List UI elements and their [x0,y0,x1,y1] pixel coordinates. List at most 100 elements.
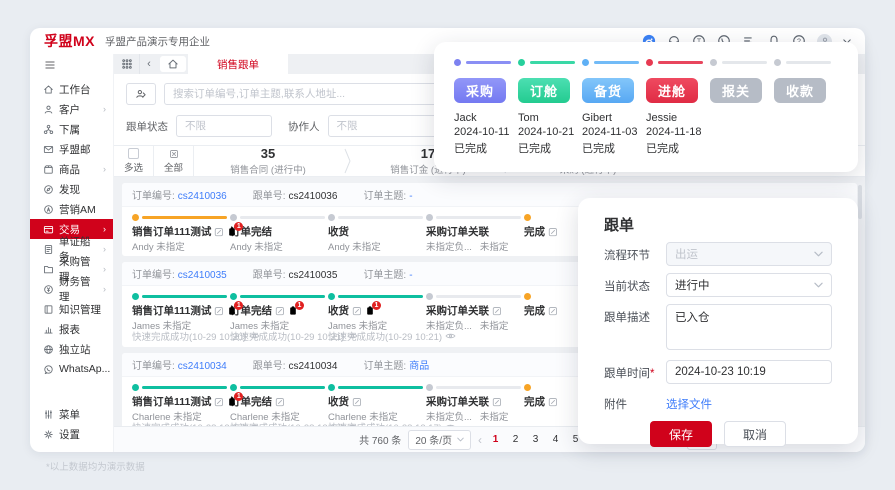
sidebar-item-mail[interactable]: 孚盟邮 [30,139,113,159]
total-count: 共 760 条 [359,436,402,447]
sidebar-item-workbench[interactable]: 工作台 [30,79,113,99]
page-number[interactable]: 1 [489,434,502,445]
page-number[interactable]: 2 [509,434,522,445]
timeline-step: 收货 1 James 未指定 快速完成成功(10-29 10:21) [328,291,456,343]
order-no-link[interactable]: cs2410035 [178,270,227,281]
description-label: 跟单描述 [604,312,650,324]
workflow-step: 进舱 Jessie 2024-11-18 已完成 [646,58,710,172]
sidebar-item-menu[interactable]: 菜单 [30,404,113,424]
edit-icon[interactable] [548,397,558,407]
edit-icon[interactable] [548,306,558,316]
workflow-step: 备货 Gibert 2024-11-03 已完成 [582,58,646,172]
sidebar-item-customers[interactable]: 客户 › [30,99,113,119]
sidebar: 工作台 客户 › 下属 孚盟邮 商品 › 发现 营销AM 交易 › 单证船务 › 采购管… [30,54,118,452]
edit-icon[interactable] [214,227,224,237]
sidebar-item-discover[interactable]: 发现 [30,179,113,199]
edit-icon[interactable] [492,306,502,316]
sidebar-item-products[interactable]: 商品 › [30,159,113,179]
edit-icon[interactable] [275,306,285,316]
user-icon [43,104,54,115]
step-line [142,215,227,219]
gear-icon [43,429,54,440]
stat-sales-contract[interactable]: 35 销售合同 (进行中) [194,146,342,176]
cancel-button[interactable]: 取消 [724,421,786,447]
edit-icon[interactable] [352,397,362,407]
saved-filter-icon[interactable] [126,82,156,105]
sliders-icon [43,409,54,420]
page-number[interactable]: 3 [529,434,542,445]
edit-icon[interactable] [214,397,224,407]
sidebar-item-knowledge[interactable]: 知识管理 [30,299,113,319]
demo-data-footnote: *以上数据均为演示数据 [46,462,145,473]
tab-sales-tracking[interactable]: 销售跟单 [188,54,288,74]
clipboard-icon[interactable]: 1 [227,222,244,237]
workflow-stage-badge[interactable]: 进舱 [646,78,698,103]
edit-icon[interactable] [548,227,558,237]
time-input[interactable] [666,360,832,384]
prev-page-icon[interactable]: ‹ [478,433,482,447]
sidebar-item-whatsapp[interactable]: WhatsAp...› [30,359,118,379]
save-button[interactable]: 保存 [650,421,712,447]
workflow-step: 报关 [710,58,774,172]
select-all-icon [169,149,179,159]
workflow-stage-badge[interactable]: 订舱 [518,78,570,103]
chevron-down-icon [814,282,823,288]
step-dot [132,213,139,221]
clipboard-icon[interactable]: 1 [288,301,304,316]
sidebar-item-marketing-am[interactable]: 营销AM [30,199,113,219]
folder-icon [43,264,54,275]
sidebar-item-site[interactable]: 独立站 [30,339,113,359]
multi-select-checkbox[interactable] [128,148,139,159]
stage-select[interactable]: 出运 [666,242,832,266]
multi-select-cell[interactable]: 多选 [114,146,154,176]
sidebar-item-finance[interactable]: 财务管理 › [30,276,113,303]
tab-home-icon[interactable] [160,56,186,72]
status-filter-label: 跟单状态 [126,120,168,133]
edit-icon[interactable] [492,397,502,407]
workflow-stage-badge[interactable]: 报关 [710,78,762,103]
order-subject[interactable]: - [409,191,412,202]
order-no-link[interactable]: cs2410034 [178,361,227,372]
timeline-step: 订单完结 1 James 未指定 快速完成成功(10-29 10:21) [230,291,358,343]
workflow-line [466,60,511,64]
workflow-stage-badge[interactable]: 采购 [454,78,506,103]
clipboard-icon[interactable]: 1 [365,301,381,316]
form-title: 跟单 [604,217,635,234]
brand-logo: 孚盟MX [44,33,95,49]
trade-card-icon [43,224,54,235]
description-textarea[interactable]: 已入仓 [666,304,832,350]
followup-form-overlay: 跟单 流程环节 出运 当前状态 进行中 跟单描述 已入仓 跟单时间* 附件 选择… [578,198,858,447]
page-number[interactable]: 4 [549,434,562,445]
select-all-cell[interactable]: 全部 [154,146,194,176]
search-input[interactable] [164,82,464,105]
timeline-step: 采购订单关联 未指定负... 未指定 [426,212,524,253]
status-filter-input[interactable] [176,115,272,137]
timeline-step: 收货 Charlene 未指定 快速完成成功(10-28 13:17) [328,382,456,426]
edit-icon[interactable] [352,306,362,316]
sidebar-collapse-button[interactable] [30,56,113,79]
edit-icon[interactable] [275,397,285,407]
order-no-link[interactable]: cs2410036 [178,191,227,202]
clipboard-icon[interactable]: 1 [227,392,244,407]
tab-back-icon[interactable]: ‹ [140,54,158,74]
clipboard-icon[interactable]: 1 [227,301,244,316]
globe-icon [43,344,54,355]
status-select[interactable]: 进行中 [666,273,832,297]
compass-icon [43,184,54,195]
workflow-stage-badge[interactable]: 备货 [582,78,634,103]
workflow-stage-badge[interactable]: 收款 [774,78,826,103]
order-subject[interactable]: - [409,270,412,281]
workflow-step: 收款 [774,58,838,172]
scrollbar-thumb[interactable] [858,185,862,219]
edit-icon[interactable] [214,306,224,316]
sidebar-item-settings[interactable]: 设置 [30,424,113,444]
choose-file-link[interactable]: 选择文件 [666,391,712,412]
sidebar-item-subordinates[interactable]: 下属 [30,119,113,139]
whatsapp-icon [43,364,54,375]
timeline-step: 采购订单关联 未指定负... 未指定 [426,382,524,426]
sidebar-item-reports[interactable]: 报表 [30,319,113,339]
apps-grid-icon[interactable] [114,54,140,74]
company-name: 孚盟产品演示专用企业 [105,35,210,48]
page-size-select[interactable]: 20 条/页 [408,429,471,450]
order-subject[interactable]: 商品 [409,361,429,372]
